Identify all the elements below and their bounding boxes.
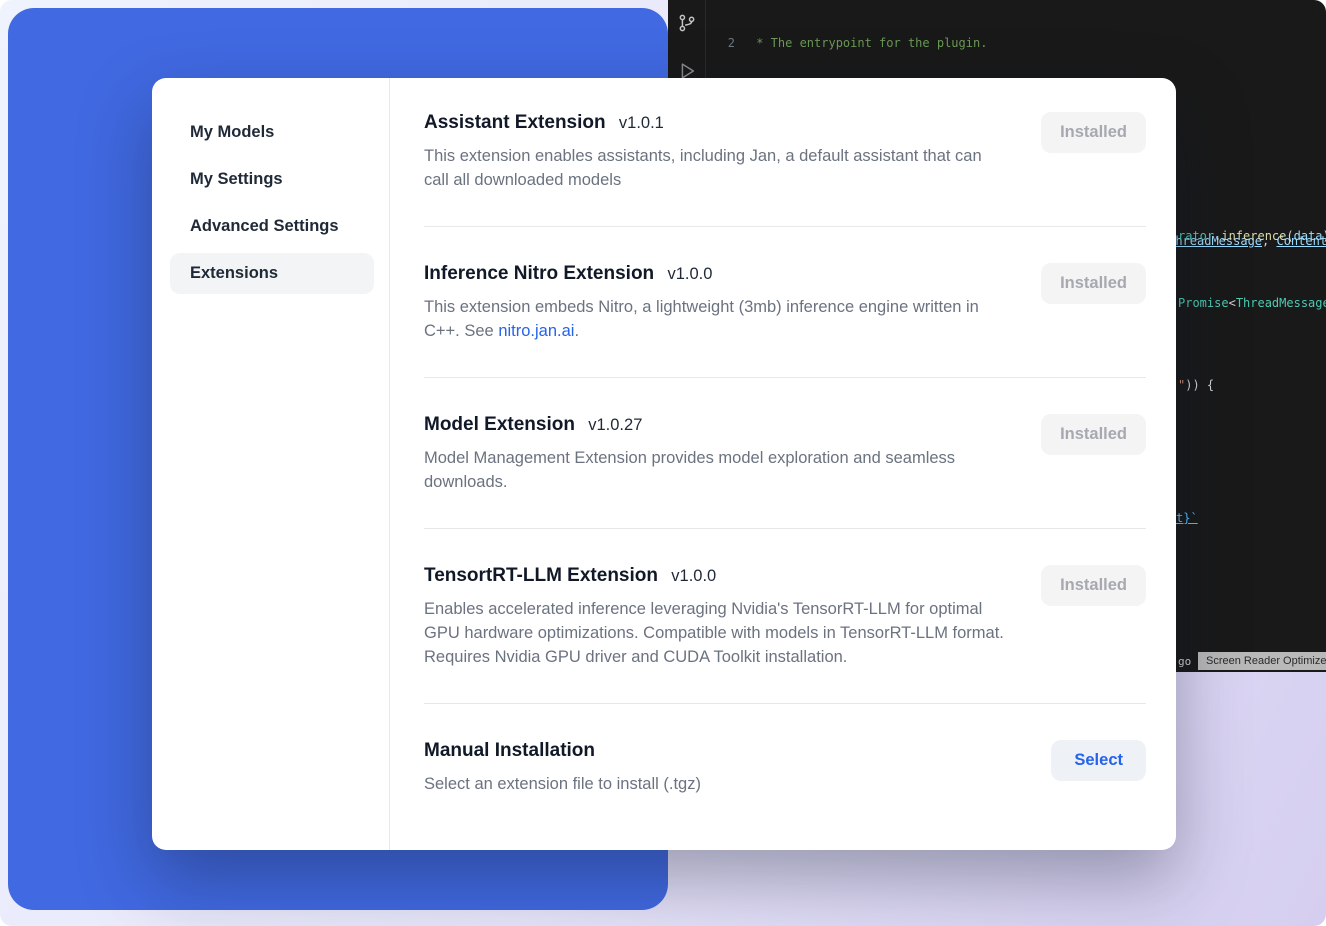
settings-card: My Models My Settings Advanced Settings … bbox=[152, 78, 1176, 850]
screen-reader-status-badge[interactable]: Screen Reader Optimized bbox=[1198, 652, 1326, 670]
extension-description: This extension embeds Nitro, a lightweig… bbox=[424, 295, 1009, 343]
sidebar-item-my-models[interactable]: My Models bbox=[170, 112, 374, 153]
manual-installation-title-line: Manual Installation bbox=[424, 740, 701, 762]
extension-title-line: Inference Nitro Extension v1.0.0 bbox=[424, 263, 1009, 285]
installed-button[interactable]: Installed bbox=[1041, 112, 1146, 153]
sidebar-item-advanced-settings[interactable]: Advanced Settings bbox=[170, 206, 374, 247]
sidebar-item-extensions[interactable]: Extensions bbox=[170, 253, 374, 294]
manual-installation-row: Manual Installation Select an extension … bbox=[424, 740, 1146, 796]
statusbar-text: go bbox=[1178, 655, 1191, 668]
extension-title: Model Extension bbox=[424, 414, 575, 435]
settings-sidebar: My Models My Settings Advanced Settings … bbox=[152, 78, 390, 850]
extension-info: Manual Installation Select an extension … bbox=[424, 740, 701, 796]
extension-info: TensortRT-LLM Extension v1.0.0 Enables a… bbox=[424, 565, 1009, 669]
extension-info: Assistant Extension v1.0.1 This extensio… bbox=[424, 112, 1009, 192]
code-line: 2 * The entrypoint for the plugin. bbox=[707, 35, 1326, 52]
installed-button[interactable]: Installed bbox=[1041, 565, 1146, 606]
extension-description: This extension enables assistants, inclu… bbox=[424, 144, 1009, 192]
installed-button[interactable]: Installed bbox=[1041, 414, 1146, 455]
code-fragment: Promise<ThreadMessage> bbox=[1178, 296, 1326, 310]
manual-installation-title: Manual Installation bbox=[424, 740, 595, 761]
extension-row-nitro: Inference Nitro Extension v1.0.0 This ex… bbox=[424, 263, 1146, 378]
extension-description: Enables accelerated inference leveraging… bbox=[424, 597, 1009, 669]
code-fragment: ")) { bbox=[1178, 378, 1214, 392]
extension-row-tensorrt: TensortRT-LLM Extension v1.0.0 Enables a… bbox=[424, 565, 1146, 704]
extension-title: Assistant Extension bbox=[424, 112, 606, 133]
installed-button[interactable]: Installed bbox=[1041, 263, 1146, 304]
source-control-icon[interactable] bbox=[676, 12, 698, 34]
sidebar-item-my-settings[interactable]: My Settings bbox=[170, 159, 374, 200]
extension-row-model: Model Extension v1.0.27 Model Management… bbox=[424, 414, 1146, 529]
extension-version: v1.0.1 bbox=[619, 114, 664, 132]
extension-title: TensortRT-LLM Extension bbox=[424, 565, 658, 586]
extension-info: Model Extension v1.0.27 Model Management… bbox=[424, 414, 1009, 494]
code-fragment: rator.inference(data)); bbox=[1178, 229, 1326, 243]
extension-title-line: Model Extension v1.0.27 bbox=[424, 414, 1009, 436]
extension-title-line: TensortRT-LLM Extension v1.0.0 bbox=[424, 565, 1009, 587]
extension-row-assistant: Assistant Extension v1.0.1 This extensio… bbox=[424, 112, 1146, 227]
extension-title-line: Assistant Extension v1.0.1 bbox=[424, 112, 1009, 134]
line-number: 2 bbox=[707, 35, 735, 52]
code-fragment: t}` bbox=[1176, 511, 1198, 525]
extension-version: v1.0.0 bbox=[667, 265, 712, 283]
select-file-button[interactable]: Select bbox=[1051, 740, 1146, 781]
extension-version: v1.0.27 bbox=[588, 416, 642, 434]
manual-installation-description: Select an extension file to install (.tg… bbox=[424, 772, 701, 796]
desktop-screen: 2 * The entrypoint for the plugin. 3 */ … bbox=[0, 0, 1326, 926]
description-text: . bbox=[574, 322, 579, 340]
extension-info: Inference Nitro Extension v1.0.0 This ex… bbox=[424, 263, 1009, 343]
code-text: * The entrypoint for the plugin. bbox=[749, 35, 987, 52]
extension-version: v1.0.0 bbox=[671, 567, 716, 585]
extension-description: Model Management Extension provides mode… bbox=[424, 446, 1009, 494]
extension-title: Inference Nitro Extension bbox=[424, 263, 654, 284]
nitro-jan-ai-link[interactable]: nitro.jan.ai bbox=[498, 322, 574, 340]
extensions-list: Assistant Extension v1.0.1 This extensio… bbox=[390, 78, 1176, 850]
